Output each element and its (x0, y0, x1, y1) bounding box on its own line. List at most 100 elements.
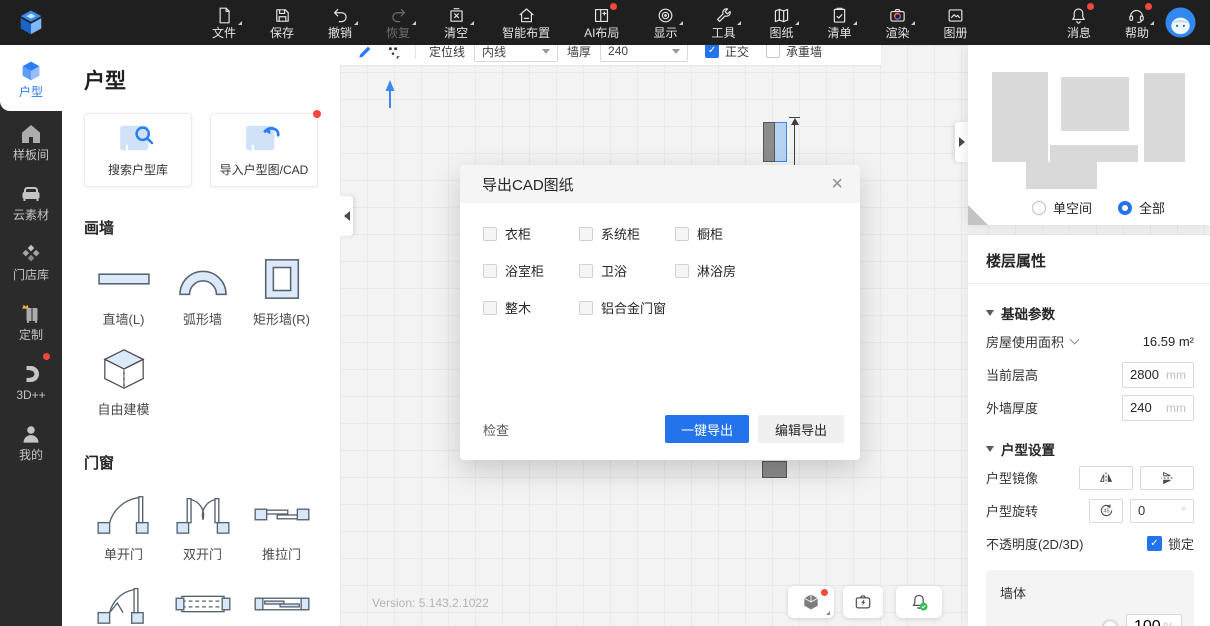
sidebar-item-label: 户型 (19, 86, 43, 98)
checkbox-icon[interactable] (483, 264, 497, 278)
mm-unit: mm (1166, 401, 1186, 415)
topbar-item-redo[interactable]: 恢复 (386, 6, 410, 39)
tool-window[interactable] (163, 581, 242, 626)
export-option-aluminum-door-window[interactable]: 铝合金门窗 (579, 298, 675, 317)
card-search-floorplan[interactable]: 搜索户型库 (84, 113, 192, 187)
app-logo[interactable] (0, 8, 62, 38)
snapshot-button[interactable] (843, 586, 883, 618)
straight-wall-icon (93, 256, 155, 302)
topbar-item-clear[interactable]: 清空 (444, 6, 468, 39)
export-option-wardrobe[interactable]: 衣柜 (483, 224, 579, 243)
wall-segment-selected[interactable] (763, 122, 787, 162)
sidebar-item-cloud-material[interactable]: 云素材 (0, 171, 62, 231)
row-floor-height: 当前层高 2800 mm (986, 358, 1194, 391)
card-import-cad[interactable]: 导入户型图/CAD (210, 113, 318, 187)
topbar-item-save[interactable]: 保存 (270, 6, 294, 39)
tool-straight-wall[interactable]: 直墙(L) (84, 256, 163, 328)
notify-status-button[interactable] (896, 586, 942, 618)
checkbox-icon[interactable] (483, 227, 497, 241)
topbar-item-smart-layout[interactable]: 智能布置 (502, 6, 550, 39)
sidebar-item-floorplan[interactable]: 户型 (0, 45, 62, 111)
topbar-item-help[interactable]: 帮助 (1125, 6, 1149, 39)
corner-caret-icon (826, 611, 830, 615)
tool-sliding-window[interactable] (242, 581, 321, 626)
topbar-item-messages[interactable]: 消息 (1067, 6, 1091, 39)
sidebar-item-showroom[interactable]: 样板间 (0, 111, 62, 171)
topbar-item-file[interactable]: 文件 (212, 6, 236, 39)
view-cube-button[interactable] (788, 586, 834, 618)
tool-free-model[interactable]: 自由建模 (84, 346, 163, 418)
floorplan-cube-icon (19, 59, 43, 83)
user-avatar[interactable] (1165, 7, 1196, 38)
close-icon[interactable]: × (831, 174, 843, 194)
tool-folding-door[interactable] (84, 581, 163, 626)
draw-wall-pencil-icon[interactable] (357, 45, 375, 60)
radio-all[interactable]: 全部 (1118, 198, 1165, 217)
checkbox-icon[interactable] (579, 264, 593, 278)
sidebar-item-mine[interactable]: 我的 (0, 411, 62, 471)
export-option-solid-wood[interactable]: 整木 (483, 298, 579, 317)
snap-points-icon[interactable] (384, 45, 402, 60)
export-option-system-cabinet[interactable]: 系统柜 (579, 224, 675, 243)
topbar-item-ai-layout[interactable]: AI布局 (584, 6, 619, 39)
topbar-item-tools[interactable]: 工具 (711, 6, 735, 39)
wall-thickness-input[interactable]: 240 mm (1122, 395, 1194, 421)
wall-opacity-slider[interactable] (1000, 620, 1114, 626)
one-click-export-button[interactable]: 一键导出 (665, 415, 749, 443)
topbar-item-undo[interactable]: 撤销 (328, 6, 352, 39)
expand-chevron-icon[interactable] (1070, 335, 1080, 345)
ortho-checkbox[interactable]: ✓ (705, 45, 719, 58)
topbar-item-display[interactable]: 显示 (653, 6, 677, 39)
wall-opacity-input[interactable]: 100 % (1126, 614, 1182, 626)
minimap-resize-handle[interactable] (968, 205, 988, 225)
rotate-45-button[interactable]: 45 (1089, 499, 1123, 523)
checkbox-icon[interactable] (579, 301, 593, 315)
export-option-shower-room[interactable]: 淋浴房 (675, 261, 825, 280)
tool-single-door[interactable]: 单开门 (84, 491, 163, 563)
minimap-scope-radios: 单空间 全部 (968, 198, 1210, 218)
mirror-vertical-button[interactable] (1140, 466, 1194, 490)
wall-segment[interactable] (762, 461, 787, 478)
ortho-toggle[interactable]: ✓ 正交 (705, 45, 749, 60)
slider-thumb[interactable] (1103, 620, 1117, 626)
topbar-item-album[interactable]: 图册 (944, 6, 968, 39)
tool-sliding-door[interactable]: 推拉门 (242, 491, 321, 563)
rotate-45-icon: 45 (1097, 501, 1116, 520)
sidebar-item-3dpp[interactable]: 3D++ (0, 351, 62, 411)
panel-cards: 搜索户型库导入户型图/CAD (84, 113, 322, 187)
lock-toggle[interactable]: ✓ 锁定 (1147, 534, 1194, 553)
collapse-left-panel-button[interactable] (340, 196, 353, 236)
topbar-item-render[interactable]: 渲染 (886, 6, 910, 39)
tool-double-door[interactable]: 双开门 (163, 491, 242, 563)
sidebar-item-store-library[interactable]: 门店库 (0, 231, 62, 291)
tool-rect-wall[interactable]: 矩形墙(R) (242, 256, 321, 328)
radio-selected-icon[interactable] (1118, 201, 1132, 215)
export-option-sanitary[interactable]: 卫浴 (579, 261, 675, 280)
radio-single-space[interactable]: 单空间 (1032, 198, 1092, 217)
floor-height-input[interactable]: 2800 mm (1122, 362, 1194, 388)
sidebar-item-custom[interactable]: 定制 (0, 291, 62, 351)
lock-checkbox[interactable]: ✓ (1147, 536, 1162, 551)
sidebar-item-label: 定制 (19, 329, 43, 341)
checkbox-icon[interactable] (675, 264, 689, 278)
topbar-item-list[interactable]: 清单 (827, 6, 851, 39)
locate-line-select[interactable]: 内线 (474, 45, 558, 62)
topbar-item-drawings[interactable]: 图纸 (769, 6, 793, 39)
edit-export-button[interactable]: 编辑导出 (758, 415, 844, 443)
mirror-horizontal-button[interactable] (1079, 466, 1133, 490)
checkbox-icon[interactable] (675, 227, 689, 241)
section-basic-params[interactable]: 基础参数 (986, 301, 1194, 325)
check-link[interactable]: 检查 (483, 420, 509, 439)
checkbox-icon[interactable] (579, 227, 593, 241)
tool-arc-wall[interactable]: 弧形墙 (163, 256, 242, 328)
rotate-angle-input[interactable]: 0 ° (1130, 499, 1194, 523)
section-layout-settings[interactable]: 户型设置 (986, 437, 1194, 461)
radio-icon[interactable] (1032, 201, 1046, 215)
checkbox-icon[interactable] (483, 301, 497, 315)
bearing-wall-toggle[interactable]: 承重墙 (766, 45, 822, 60)
collapse-right-panel-button[interactable] (955, 122, 968, 162)
export-option-bath-cabinet[interactable]: 浴室柜 (483, 261, 579, 280)
wall-thickness-select[interactable]: 240 (600, 45, 688, 62)
export-option-kitchen-cabinet[interactable]: 橱柜 (675, 224, 825, 243)
bearing-wall-checkbox[interactable] (766, 45, 780, 58)
